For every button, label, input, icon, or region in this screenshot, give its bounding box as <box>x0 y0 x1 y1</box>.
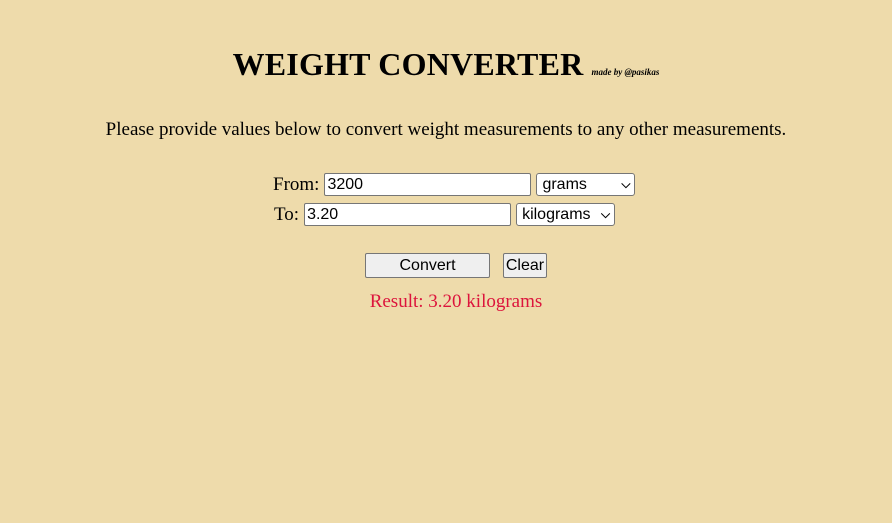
result-text: Result: 3.20 kilograms <box>369 291 543 312</box>
from-row: From: grams ⌵ <box>273 173 636 196</box>
page-title: WEIGHT CONVERTER <box>232 46 584 82</box>
from-label: From: <box>273 173 320 195</box>
to-row: To: kilograms ⌵ <box>274 203 616 226</box>
to-unit-value: kilograms <box>522 205 591 223</box>
from-unit-value: grams <box>542 175 587 193</box>
to-value-input[interactable] <box>304 203 512 226</box>
chevron-down-icon: ⌵ <box>621 177 631 191</box>
intro-text: Please provide values below to convert w… <box>105 119 787 140</box>
clear-button[interactable]: Clear <box>503 253 547 278</box>
to-label: To: <box>274 203 300 225</box>
chevron-down-icon: ⌵ <box>600 207 611 221</box>
credit-text: made by @pasikas <box>591 67 660 77</box>
from-value-input[interactable] <box>324 173 532 196</box>
convert-button[interactable]: Convert <box>365 253 490 278</box>
from-unit-select[interactable]: grams ⌵ <box>536 173 636 196</box>
to-unit-select[interactable]: kilograms ⌵ <box>516 203 616 226</box>
header: WEIGHT CONVERTER made by @pasikas <box>0 46 892 83</box>
